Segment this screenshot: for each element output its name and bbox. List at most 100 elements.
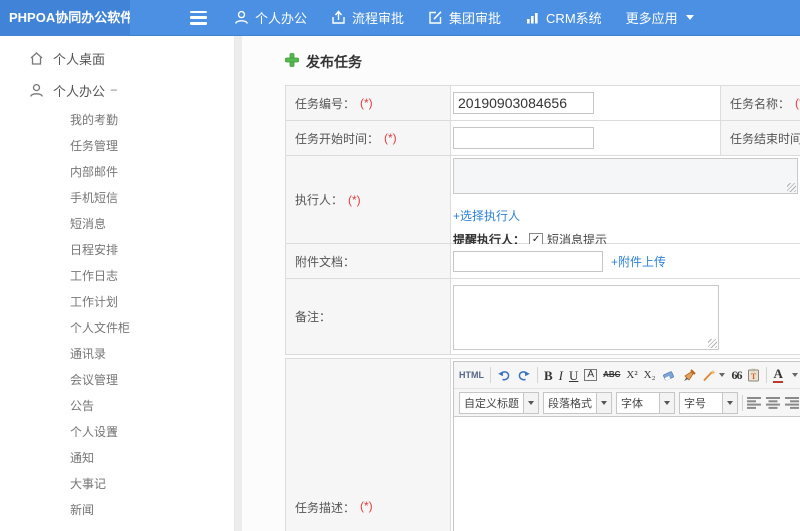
person-icon [29,83,44,98]
sidebar-item-personal-files[interactable]: 个人文件柜 [0,314,234,340]
eraser-icon[interactable] [661,369,676,382]
page-title-text: 发布任务 [306,54,362,70]
sidebar-item-schedule[interactable]: 日程安排 [0,236,234,262]
bold-button[interactable]: B [544,369,553,382]
subscript-button[interactable]: X₂ [644,369,656,381]
align-right-icon[interactable] [785,396,800,409]
sidebar-item-contacts[interactable]: 通讯录 [0,340,234,366]
sidebar-item-memorabilia[interactable]: 大事记 [0,470,234,496]
task-form-table: 任务编号：(*) 任务名称：(*) 任务开始时间：(*) 任务结束时间：(*) … [285,85,800,355]
nav-group-approval[interactable]: 集团审批 [428,8,501,27]
sidebar-item-internal-mail[interactable]: 内部邮件 [0,158,234,184]
italic-button[interactable]: I [559,369,563,382]
nav-crm-system[interactable]: CRM系统 [525,8,602,27]
font-family-select[interactable]: 字体 [616,391,675,414]
attachment-input[interactable] [453,250,603,272]
end-time-label: 任务结束时间：(*) [721,121,800,156]
menu-icon[interactable] [190,10,210,25]
sidebar: 个人桌面 个人办公 − 我的考勤 任务管理 内部邮件 手机短信 短消息 日程安排… [0,36,235,531]
sidebar-item-my-attendance[interactable]: 我的考勤 [0,106,234,132]
app-logo: PHPOA协同办公软件 [0,0,130,36]
sidebar-item-task-management[interactable]: 任务管理 [0,132,234,158]
sidebar-scroll-track[interactable] [235,36,242,531]
sidebar-item-news[interactable]: 新闻 [0,496,234,522]
caret-down-icon [722,392,737,413]
redo-icon[interactable] [517,369,531,382]
sidebar-item-personal-office[interactable]: 个人办公 − [0,74,234,106]
sidebar-item-personal-settings[interactable]: 个人设置 + [0,418,234,444]
toolbar-separator [742,394,743,411]
underline-button[interactable]: U [569,369,578,382]
compose-icon [428,10,443,25]
attachment-label: 附件文档： [286,244,451,279]
align-left-icon[interactable] [747,396,762,409]
resize-grip-icon[interactable] [708,339,717,348]
superscript-button[interactable]: X² [626,369,637,381]
sidebar-item-short-message[interactable]: 短消息 [0,210,234,236]
choose-executor-link[interactable]: +选择执行人 [453,207,800,224]
nav-personal-office[interactable]: 个人办公 [234,8,307,27]
remark-cell [451,279,800,354]
task-no-cell [451,86,721,121]
start-time-label: 任务开始时间： (*) [286,121,451,156]
font-color-button[interactable]: A [773,367,783,383]
sidebar-item-sms[interactable]: 手机短信 [0,184,234,210]
person-icon [234,10,249,25]
attachment-upload-link[interactable]: +附件上传 [611,253,666,270]
required-mark: (*) [348,192,361,207]
main-content: 发布任务 任务编号：(*) 任务名称：(*) 任务开始时间：(*) 任务结束时间… [242,36,800,531]
nav-more-apps[interactable]: 更多应用 [626,8,694,27]
sidebar-item-work-plan[interactable]: 工作计划 [0,288,234,314]
executor-textarea[interactable] [453,158,798,194]
editor-cell: HTML B I U A ABC X² X₂ 66 T A 自定义标题 段落格式… [451,359,800,531]
executor-cell: +选择执行人 提醒执行人： 短消息提示 [451,156,800,247]
auto-format-wand-icon[interactable] [702,369,726,382]
custom-title-select[interactable]: 自定义标题 [459,391,539,414]
char-border-button[interactable]: A [584,369,598,381]
caret-down-icon [523,392,538,413]
font-size-select[interactable]: 字号 [679,391,738,414]
sidebar-item-notice[interactable]: 通知 [0,444,234,470]
rich-text-editor: HTML B I U A ABC X² X₂ 66 T A 自定义标题 段落格式… [453,361,800,531]
home-icon [29,51,44,66]
remark-textarea[interactable] [453,285,719,350]
paste-text-icon[interactable]: T [747,368,760,382]
bar-chart-icon [525,10,540,25]
collapse-icon[interactable]: − [110,83,118,98]
svg-text:T: T [751,372,757,381]
description-section: 任务描述： (*) HTML B I U A ABC X² X₂ 66 T A … [285,358,800,531]
strikethrough-button[interactable]: ABC [603,371,620,379]
required-mark: (*) [360,499,373,513]
caret-down-icon [685,15,694,20]
task-no-input[interactable] [453,92,594,114]
task-name-label: 任务名称：(*) [721,86,800,121]
html-source-button[interactable]: HTML [459,370,484,380]
blockquote-button[interactable]: 66 [731,369,742,381]
caret-down-icon [596,392,611,413]
align-center-icon[interactable] [766,396,781,409]
paragraph-format-select[interactable]: 段落格式 [543,391,612,414]
sidebar-item-announcement[interactable]: 公告 [0,392,234,418]
caret-down-icon [659,392,674,413]
phpoa-app: PHPOA协同办公软件 个人办公 流程审批 集团审批 CRM系统 更多应用 个人… [0,0,800,531]
start-time-input[interactable] [453,127,594,149]
expand-icon[interactable]: + [110,424,118,439]
required-mark: (*) [795,96,800,110]
format-brush-icon[interactable] [682,368,697,382]
editor-toolbar-row1: HTML B I U A ABC X² X₂ 66 T A [454,362,800,389]
nav-workflow-approval[interactable]: 流程审批 [331,8,404,27]
sidebar-item-work-log[interactable]: 工作日志 [0,262,234,288]
flow-approve-icon [331,10,346,25]
editor-content-area[interactable] [454,417,800,531]
sidebar-item-personal-desktop[interactable]: 个人桌面 [0,42,234,74]
resize-grip-icon[interactable] [787,183,796,192]
caret-down-icon [791,373,798,377]
required-mark: (*) [384,131,397,145]
editor-toolbar-row2: 自定义标题 段落格式 字体 字号 [454,389,800,417]
sidebar-item-meeting-management[interactable]: 会议管理 [0,366,234,392]
start-time-cell [451,121,721,156]
caret-down-icon [719,373,726,377]
undo-icon[interactable] [497,369,511,382]
attachment-cell: +附件上传 [451,244,800,279]
required-mark: (*) [360,96,373,110]
